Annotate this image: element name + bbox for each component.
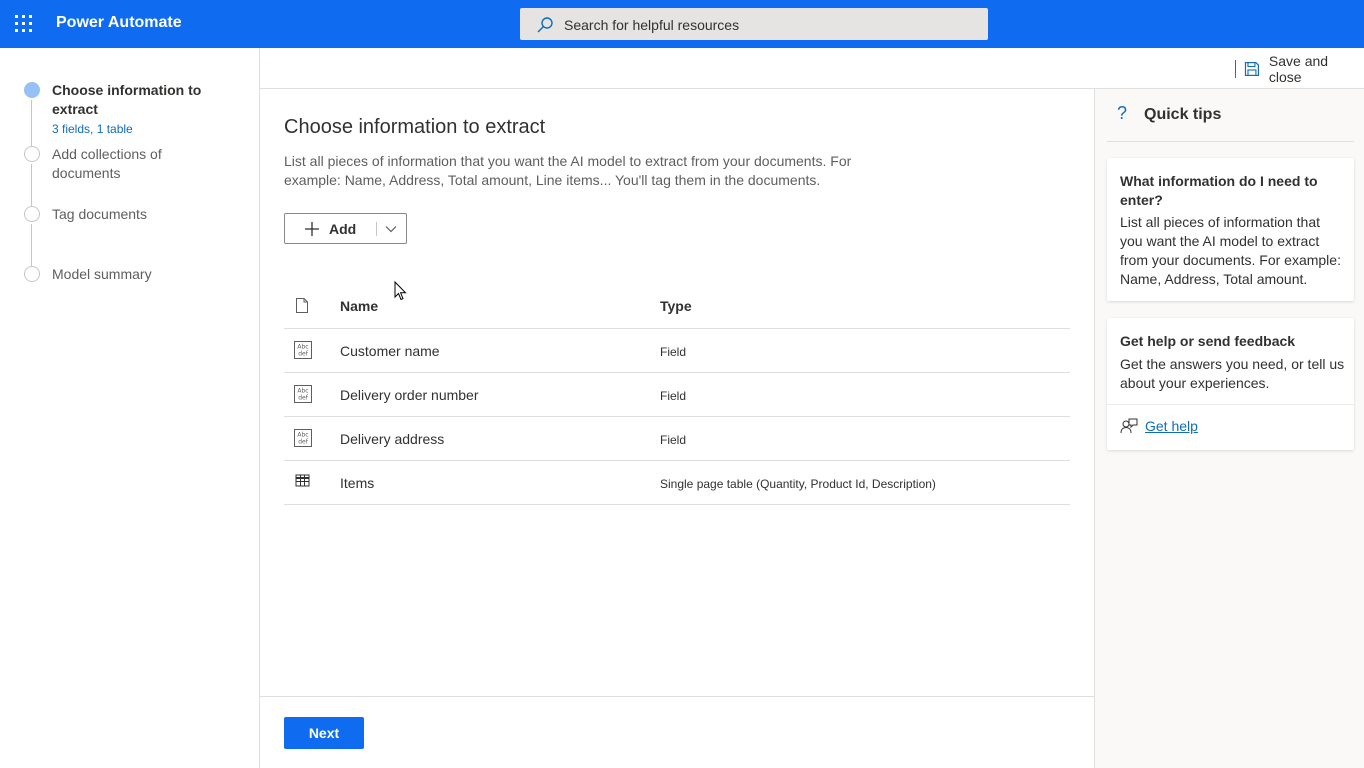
tip-card-title: What information do I need to enter? [1120,173,1318,208]
footer: Next [260,696,1094,768]
step-connector [31,224,32,266]
quick-tips-panel: ? Quick tips What information do I need … [1094,89,1364,768]
table-row[interactable]: Items Single page table (Quantity, Produ… [284,461,1070,505]
step-connector [31,100,32,146]
table-row[interactable]: Abc def Delivery address Field [284,417,1070,461]
page-title: Choose information to extract [284,116,546,138]
table-icon [295,474,310,487]
svg-text:Abc: Abc [297,388,308,395]
step-label: Add collections of documents [52,146,162,181]
add-label: Add [329,221,357,237]
search-icon [537,17,553,33]
row-name: Delivery order number [340,387,479,403]
svg-text:def: def [298,439,309,446]
app-launcher-icon[interactable] [15,15,33,33]
row-type: Field [660,433,687,447]
table-header: Name Type [284,284,1070,329]
step-label: Tag documents [52,206,147,222]
svg-text:def: def [298,395,309,402]
step-indicator-active [24,82,40,98]
svg-text:Abc: Abc [297,344,308,351]
save-icon [1244,61,1259,77]
top-bar: Power Automate Search for helpful resour… [0,0,1364,48]
table-row[interactable]: Abc def Delivery order number Field [284,373,1070,417]
svg-text:def: def [298,351,309,358]
text-field-icon: Abc def [294,429,312,447]
tip-card: What information do I need to enter? Lis… [1107,158,1354,301]
plus-icon [305,222,319,236]
row-name: Items [340,475,375,491]
help-card-body: Get the answers you need, or tell us abo… [1120,356,1345,391]
divider [1107,141,1354,142]
step-summary: 3 fields, 1 table [52,122,133,136]
feedback-person-icon [1120,418,1138,434]
quick-tips-title: Quick tips [1144,106,1222,123]
row-type: Single page table (Quantity, Product Id,… [660,477,936,491]
save-and-close-button[interactable]: Save and close [1242,53,1364,85]
help-card: Get help or send feedback Get the answer… [1107,318,1354,450]
table-row[interactable]: Abc def Customer name Field [284,329,1070,373]
search-input[interactable]: Search for helpful resources [520,8,988,40]
command-bar: Save and close [260,48,1364,89]
column-header-type[interactable]: Type [660,298,692,314]
text-field-icon: Abc def [294,385,312,403]
help-card-title: Get help or send feedback [1120,333,1296,349]
add-button[interactable]: Add [284,213,407,244]
question-icon: ? [1117,103,1128,123]
step-label: Choose information to extract [52,82,202,117]
fields-table: Name Type Abc def Customer name Field Ab… [284,284,1070,505]
next-button[interactable]: Next [284,717,364,749]
step-indicator [24,206,40,222]
row-type: Field [660,345,687,359]
file-icon [296,298,308,313]
text-field-icon: Abc def [294,341,312,359]
wizard-stepper: Choose information to extract 3 fields, … [0,48,260,768]
tip-card-body: List all pieces of information that you … [1120,214,1341,287]
main-content: Choose information to extract List all p… [260,89,1094,696]
step-indicator [24,266,40,282]
step-connector [31,164,32,206]
get-help-link[interactable]: Get help [1120,417,1198,435]
page-description: List all pieces of information that you … [284,153,852,188]
step-indicator [24,146,40,162]
search-placeholder: Search for helpful resources [564,17,740,33]
row-name: Delivery address [340,431,445,447]
get-help-label: Get help [1145,418,1198,434]
app-title[interactable]: Power Automate [56,14,182,32]
row-name: Customer name [340,343,440,359]
column-header-name[interactable]: Name [340,298,378,314]
divider [1235,60,1236,78]
step-label: Model summary [52,266,152,282]
row-type: Field [660,389,687,403]
save-and-close-label: Save and close [1268,53,1329,85]
chevron-down-icon[interactable] [385,223,397,235]
divider [376,222,377,236]
svg-text:Abc: Abc [297,432,308,439]
divider [1107,404,1354,405]
